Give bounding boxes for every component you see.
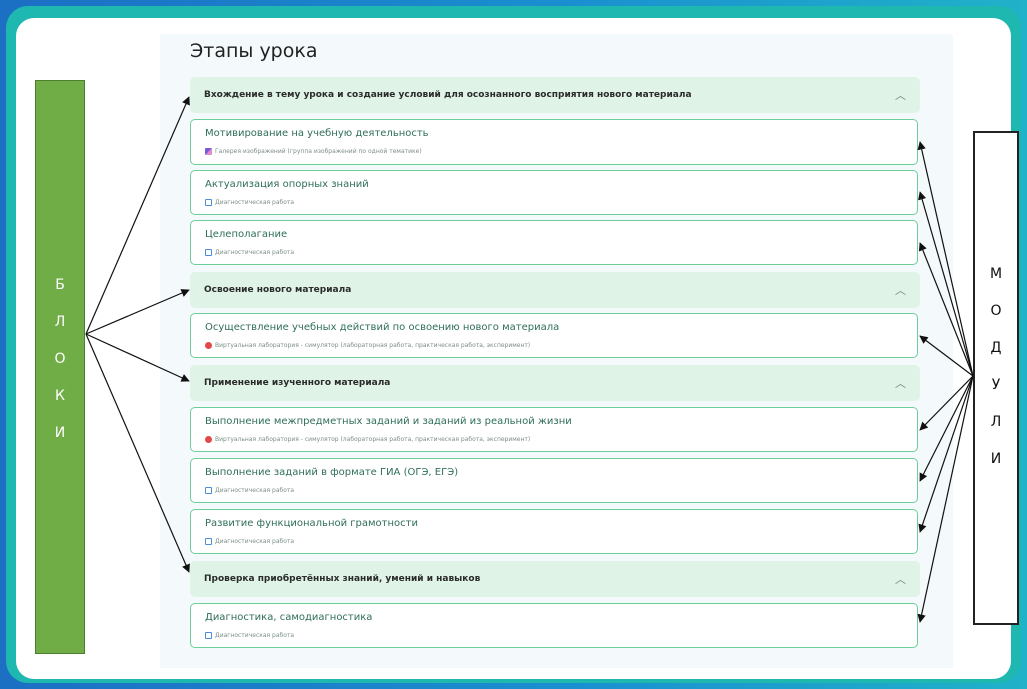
arrow-to-block-4 — [85, 333, 190, 573]
arrow-to-block-1 — [85, 96, 190, 335]
arrow-to-block-2 — [85, 289, 190, 335]
block-arrows — [85, 96, 190, 573]
module-arrows — [917, 141, 974, 623]
arrow-to-module-8 — [917, 375, 974, 623]
arrow-to-module-1 — [917, 141, 974, 377]
arrow-to-module-6 — [919, 375, 974, 482]
arrow-to-block-3 — [85, 333, 190, 382]
connector-arrows — [85, 96, 974, 623]
arrow-to-module-7 — [918, 375, 974, 533]
arrow-to-module-2 — [918, 191, 974, 377]
arrow-to-module-5 — [919, 375, 974, 431]
